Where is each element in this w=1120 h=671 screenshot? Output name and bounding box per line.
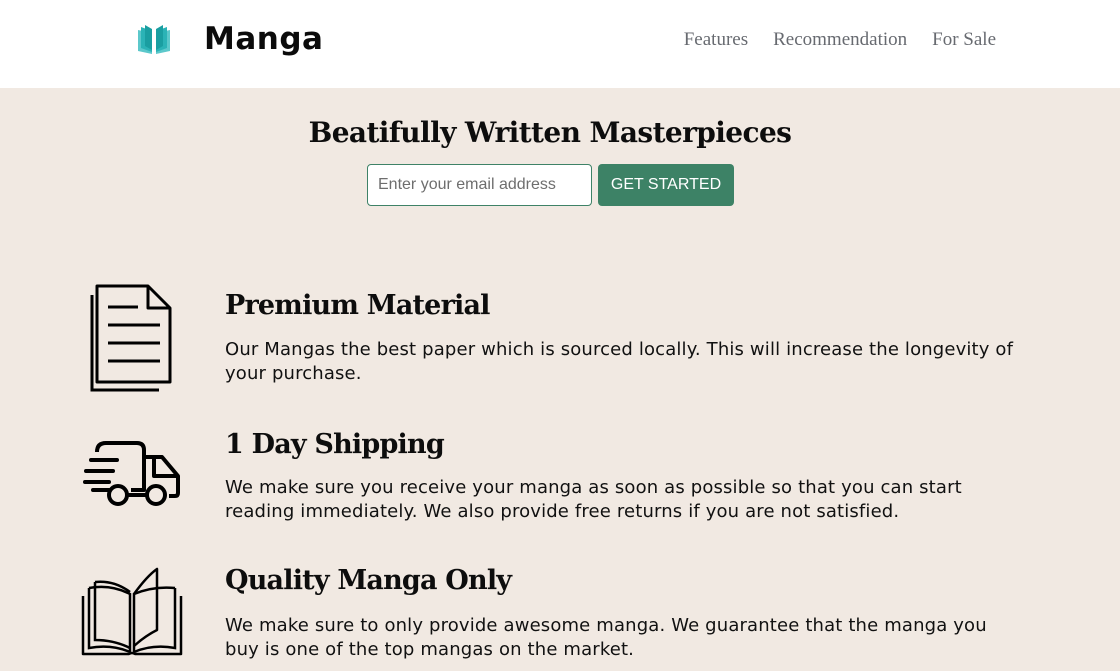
- signup-form: GET STARTED: [367, 164, 734, 206]
- main-nav: Features Recommendation For Sale: [684, 28, 996, 52]
- site-header: Manga Features Recommendation For Sale: [0, 0, 1120, 88]
- feature-description: We make sure you receive your manga as s…: [225, 477, 962, 522]
- email-input[interactable]: [367, 164, 592, 206]
- open-book-icon[interactable]: [136, 24, 172, 56]
- nav-link-for-sale[interactable]: For Sale: [932, 28, 996, 52]
- document-icon: [90, 284, 172, 392]
- brand-name[interactable]: Manga: [204, 19, 323, 59]
- delivery-truck-icon: [83, 441, 180, 506]
- feature-description: We make sure to only provide awesome man…: [225, 615, 987, 660]
- get-started-button[interactable]: GET STARTED: [598, 164, 734, 206]
- feature-title: Quality Manga Only: [225, 565, 512, 596]
- feature-title: 1 Day Shipping: [225, 429, 445, 460]
- open-book-outline-icon: [81, 567, 183, 656]
- feature-title: Premium Material: [225, 290, 490, 321]
- nav-link-features[interactable]: Features: [684, 28, 748, 52]
- hero-title: Beatifully Written Masterpieces: [308, 116, 792, 149]
- feature-description: Our Mangas the best paper which is sourc…: [225, 339, 1014, 384]
- nav-link-recommendation[interactable]: Recommendation: [773, 28, 907, 52]
